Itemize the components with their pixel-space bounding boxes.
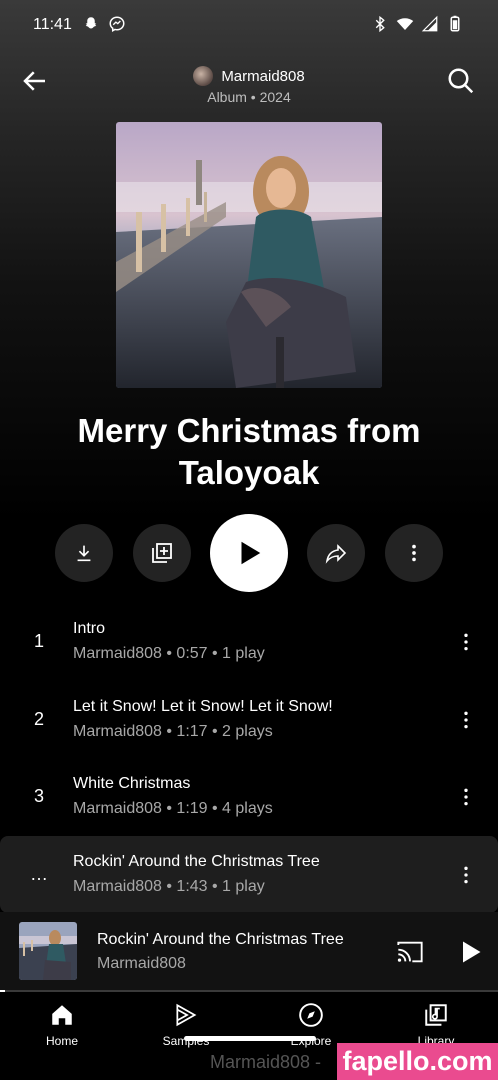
more-vert-icon [464, 711, 468, 728]
share-button[interactable] [307, 524, 365, 582]
status-bar: 11:41 [0, 0, 498, 48]
track-row[interactable]: 1 Intro Marmaid808 • 0:57 • 1 play [0, 603, 498, 681]
more-options-button[interactable] [385, 524, 443, 582]
track-more-button[interactable] [454, 782, 478, 812]
explore-icon [299, 1003, 323, 1027]
mini-play-icon[interactable] [456, 938, 484, 966]
nav-item-library[interactable]: Library [391, 1002, 481, 1048]
more-vert-icon [464, 788, 468, 806]
track-number: 3 [33, 786, 44, 806]
bluetooth-icon [375, 15, 385, 33]
track-subtitle: Marmaid808 • 1:43 • 1 play [73, 877, 265, 895]
artist-name: Marmaid808 [221, 67, 305, 85]
home-icon [52, 1005, 72, 1025]
more-vert-icon [464, 866, 468, 883]
album-title-line-2: Taloyoak [178, 454, 320, 491]
messenger-icon [109, 16, 125, 33]
nav-item-home[interactable]: Home [17, 1002, 107, 1048]
now-playing-indicator: … [30, 863, 48, 884]
track-number: 1 [33, 631, 44, 651]
track-title: Let it Snow! Let it Snow! Let it Snow! [73, 697, 333, 715]
album-header: Marmaid808 Album • 2024 [0, 60, 498, 108]
track-row-now-playing[interactable]: … Rockin' Around the Christmas Tree Marm… [0, 835, 498, 913]
cast-icon[interactable] [396, 938, 424, 966]
mini-player-title: Rockin' Around the Christmas Tree [97, 931, 344, 948]
track-more-button[interactable] [454, 705, 478, 735]
album-meta: Album • 2024 [207, 89, 291, 105]
nav-item-samples[interactable]: Samples [141, 1002, 231, 1048]
mini-player-thumbnail [19, 922, 77, 980]
track-subtitle: Marmaid808 • 1:19 • 4 plays [73, 800, 273, 817]
download-button[interactable] [55, 524, 113, 582]
track-row[interactable]: 3 White Christmas Marmaid808 • 1:19 • 4 … [0, 758, 498, 836]
album-title: Merry Christmas from Taloyoak [30, 410, 468, 494]
more-icon [412, 544, 416, 562]
track-title: White Christmas [73, 775, 191, 792]
track-number: 2 [33, 708, 44, 729]
track-list: 1 Intro Marmaid808 • 0:57 • 1 play 2 Let… [0, 603, 498, 913]
artist-link[interactable]: Marmaid808 [0, 66, 498, 86]
track-title: Rockin' Around the Christmas Tree [73, 852, 320, 870]
album-title-line-1: Merry Christmas from [77, 412, 421, 449]
avatar [193, 66, 214, 86]
mini-player-artist: Marmaid808 [97, 955, 186, 972]
track-more-button[interactable] [454, 860, 478, 890]
album-actions [0, 514, 498, 592]
gesture-handle[interactable] [184, 1036, 316, 1041]
track-more-button[interactable] [454, 627, 478, 657]
track-subtitle: Marmaid808 • 0:57 • 1 play [73, 645, 265, 662]
wifi-icon [396, 18, 414, 30]
nav-item-explore[interactable]: Explore [266, 1002, 356, 1048]
library-icon [425, 1004, 447, 1026]
ghost-text: Marmaid808 - [210, 1052, 322, 1072]
watermark: fapello.com [337, 1043, 498, 1080]
search-icon[interactable] [446, 66, 476, 96]
track-row[interactable]: 2 Let it Snow! Let it Snow! Let it Snow!… [0, 681, 498, 759]
samples-icon [176, 1003, 197, 1027]
signal-icon [421, 15, 438, 32]
snapchat-icon [85, 17, 97, 29]
album-cover [116, 122, 382, 388]
track-subtitle: Marmaid808 • 1:17 • 2 plays [73, 722, 273, 740]
play-album-button[interactable] [210, 514, 288, 592]
add-to-playlist-button[interactable] [133, 524, 191, 582]
download-icon [77, 545, 91, 562]
track-title: Intro [73, 620, 106, 637]
more-vert-icon [464, 633, 468, 651]
add-to-playlist-icon [152, 543, 172, 563]
nav-label: Home [45, 1034, 78, 1048]
play-icon [241, 541, 261, 565]
battery-icon [450, 15, 460, 32]
status-time: 11:41 [33, 16, 72, 33]
mini-player[interactable]: Rockin' Around the Christmas Tree Marmai… [0, 912, 498, 992]
share-icon [325, 544, 347, 564]
